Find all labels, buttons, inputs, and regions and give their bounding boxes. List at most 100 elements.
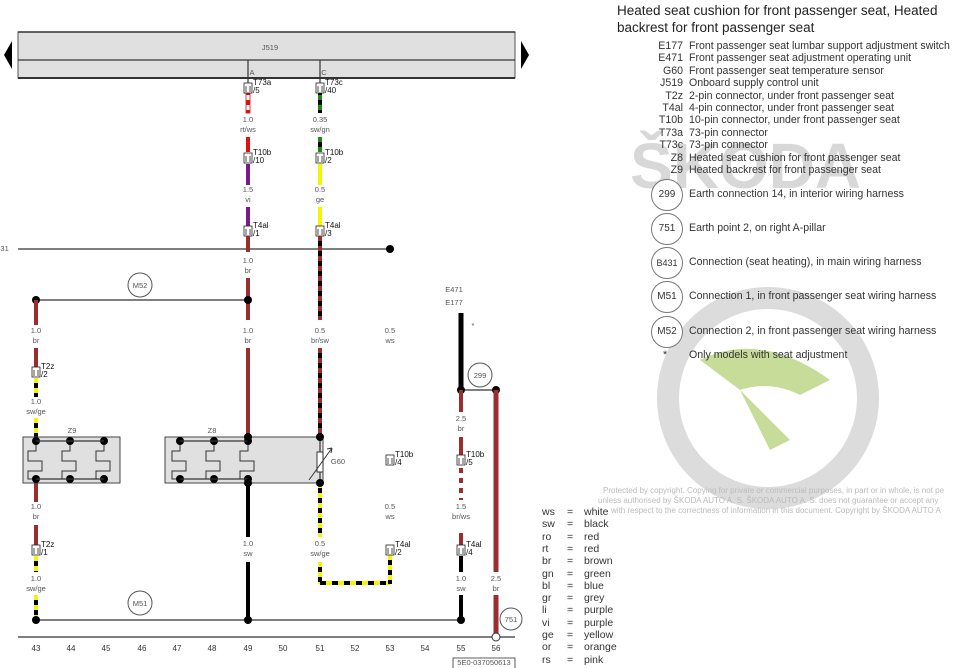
ruler-number: 46 <box>138 644 147 653</box>
connector-icon <box>315 82 325 94</box>
connector-icon <box>315 152 325 164</box>
pin-label-c: C <box>321 68 327 77</box>
wire-gauge-label: 0.5 <box>315 539 325 548</box>
connector-pin-label: /3 <box>325 229 332 238</box>
connector-icon <box>243 225 253 237</box>
legend-item: T73a 73-pin connector <box>630 127 768 139</box>
color-code: ro <box>542 530 552 543</box>
legend-circle-desc: Earth connection 14, in interior wiring … <box>689 188 904 200</box>
connector-pin-label: /1 <box>253 229 260 238</box>
ruler-number: 48 <box>208 644 217 653</box>
legend-code: Z9 <box>670 164 683 176</box>
e177-label: E177 <box>445 298 463 307</box>
ruler-number: 51 <box>316 644 325 653</box>
skoda-logo-arrow <box>700 348 830 450</box>
wire-gauge-label: 0.5 <box>315 326 325 335</box>
legend-circle-desc: Connection (seat heating), in main wirin… <box>689 256 922 268</box>
wire-gauge-label: 1.0 <box>243 326 253 335</box>
wire-gauge-label: 1.0 <box>31 502 41 511</box>
legend-item: T10b 10-pin connector, under front passen… <box>630 114 900 126</box>
copyright-notice: unless authorised by ŠKODA AUTO A. S. ŠK… <box>598 496 939 505</box>
color-code: bl <box>542 579 551 592</box>
wiring-diagram: J519ACB431T73a/51.0rt/wsT10b/101.5viT4al… <box>0 31 529 668</box>
earth-point-icon <box>491 632 501 642</box>
heated-seat-cushion-z8 <box>164 436 324 484</box>
z8-label: Z8 <box>208 426 217 435</box>
ruler-number: 52 <box>351 644 360 653</box>
next-page-arrow-icon[interactable] <box>521 41 529 69</box>
wire-color-label: br <box>458 424 465 433</box>
color-name: red <box>584 530 600 543</box>
wire-color-label: sw/ge <box>310 549 330 558</box>
color-code: or <box>542 641 552 654</box>
wire-color-label: rt/ws <box>240 125 256 134</box>
wire-color-label: sw <box>456 584 466 593</box>
g60-label: G60 <box>331 457 345 466</box>
connector-icon <box>315 225 325 237</box>
ruler-number: 56 <box>492 644 501 653</box>
ruler-number: 44 <box>67 644 76 653</box>
color-code-row: gr = grey <box>542 592 604 604</box>
legend-circle-code: B431 <box>651 247 683 279</box>
wire-gauge-label: 0.35 <box>313 115 328 124</box>
color-name: red <box>584 542 600 555</box>
ruler-number: 43 <box>32 644 41 653</box>
connector-icon <box>456 454 466 466</box>
color-code-row: br = brown <box>542 555 613 567</box>
terminal-dot <box>244 479 252 487</box>
color-code: vi <box>542 616 550 629</box>
equals-sign: = <box>567 530 574 543</box>
wire-gauge-label: 1.0 <box>243 115 253 124</box>
legend-desc: 73-pin connector <box>689 139 768 152</box>
ruler-number: 55 <box>457 644 466 653</box>
connector-pin-label: /4 <box>466 548 473 557</box>
connector-pin-label: /2 <box>325 156 332 165</box>
legend-desc: Onboard supply control unit <box>689 77 819 90</box>
equals-sign: = <box>567 542 574 555</box>
color-name: yellow <box>584 629 614 641</box>
wire-gauge-label: 0.5 <box>385 326 395 335</box>
reference-circle-label: M51 <box>133 599 148 608</box>
legend-circle-code: 299 <box>651 179 683 211</box>
color-code: li <box>542 604 547 617</box>
legend-item: T73c 73-pin connector <box>630 139 768 152</box>
color-code-row: rs = pink <box>542 654 603 666</box>
color-code-row: or = orange <box>542 641 617 653</box>
legend-circle-code: M51 <box>651 281 683 313</box>
legend-code: T10b <box>658 114 683 127</box>
terminal-dot <box>316 479 324 487</box>
legend-code: T73a <box>658 126 683 139</box>
color-name: black <box>584 518 609 531</box>
connector-pin-label: /5 <box>253 86 260 95</box>
connector-pin-label: /10 <box>253 156 265 165</box>
legend-desc: Front passenger seat lumbar support adju… <box>689 40 950 52</box>
legend-code: Z8 <box>670 151 683 164</box>
terminal-dot <box>244 433 252 441</box>
wire-color-label: sw <box>243 549 253 558</box>
wire-gauge-label: 2.5 <box>456 414 466 423</box>
legend-desc: 10-pin connector, under front passenger … <box>689 114 900 127</box>
wire-color-label: ge <box>316 195 324 204</box>
equals-sign: = <box>567 604 574 617</box>
legend-item: J519 Onboard supply control unit <box>630 77 819 89</box>
wire-gauge-label: 1.0 <box>31 397 41 406</box>
color-code-row: vi = purple <box>542 617 613 629</box>
color-code: rs <box>542 653 551 666</box>
previous-page-arrow-icon[interactable] <box>4 41 12 69</box>
legend-note-desc: Only models with seat adjustment <box>689 349 848 361</box>
e471-label: E471 <box>445 285 463 294</box>
connector-pin-label: /2 <box>395 548 402 557</box>
junction-dot <box>457 616 465 624</box>
wire-gauge-label: 1.5 <box>456 502 466 511</box>
legend-item: T4al 4-pin connector, under front passeng… <box>630 102 894 114</box>
connector-icon <box>31 366 41 378</box>
ruler-number: 47 <box>173 644 182 653</box>
color-code-row: ws = white <box>542 506 609 518</box>
legend-circle-desc: Connection 1, in front passenger seat wi… <box>689 290 937 302</box>
color-code: ge <box>542 629 554 641</box>
connector-pin-label: /40 <box>325 86 337 95</box>
color-code-row: bl = blue <box>542 580 604 592</box>
color-name: purple <box>584 616 614 629</box>
color-code-row: gn = green <box>542 568 611 580</box>
legend-desc: Heated backrest for front passenger seat <box>689 164 881 176</box>
